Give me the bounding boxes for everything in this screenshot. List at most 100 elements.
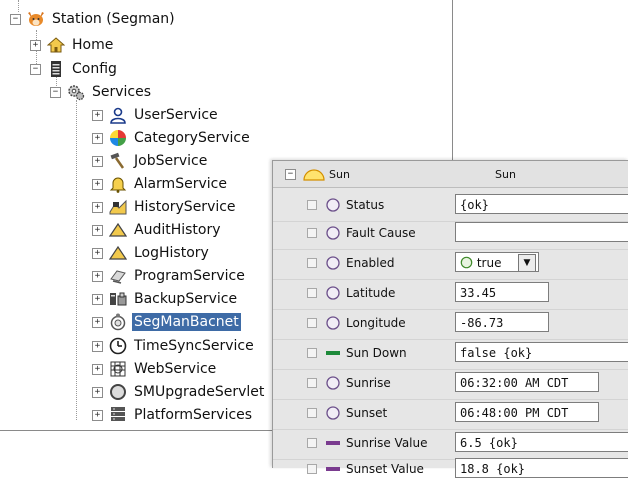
circle-icon	[326, 198, 340, 212]
user-icon	[109, 106, 127, 124]
enabled-select[interactable]: true ▼	[455, 252, 539, 272]
expand-toggle[interactable]: +	[92, 224, 103, 236]
sheet-value-column: Sun	[495, 168, 516, 181]
enabled-select-value: true	[476, 256, 502, 270]
expand-toggle[interactable]: +	[92, 270, 103, 282]
row-checkbox[interactable]	[307, 438, 317, 448]
home-label[interactable]: Home	[70, 36, 115, 54]
property-row-sunrise: Sunrise 06:32:00 AM CDT	[273, 367, 628, 400]
expand-toggle[interactable]: +	[92, 386, 103, 398]
services-label[interactable]: Services	[90, 83, 153, 101]
tree-node-services[interactable]: − Services	[50, 81, 153, 103]
property-value-field[interactable]: -86.73	[455, 312, 549, 332]
collapse-toggle[interactable]: −	[50, 86, 61, 98]
row-checkbox[interactable]	[307, 464, 317, 474]
property-value-field[interactable]: 06:32:00 AM CDT	[455, 372, 599, 392]
tree-node-sm-upgrade-servlet[interactable]: + SMUpgradeServlet	[92, 381, 266, 403]
property-value-field[interactable]: 6.5 {ok}	[455, 432, 628, 452]
service-label[interactable]: ProgramService	[132, 267, 247, 285]
service-label[interactable]: LogHistory	[132, 244, 211, 262]
service-label[interactable]: TimeSyncService	[132, 337, 256, 355]
property-sheet-header: − Sun Sun	[273, 161, 628, 188]
collapse-toggle[interactable]: −	[10, 13, 21, 25]
expand-toggle[interactable]: +	[92, 340, 103, 352]
collapse-toggle[interactable]: −	[30, 63, 41, 75]
tree-node-audit-history[interactable]: + AuditHistory	[92, 219, 223, 241]
tree-node-web-service[interactable]: + WebService	[92, 358, 218, 380]
expand-toggle[interactable]: +	[92, 363, 103, 375]
expand-toggle[interactable]: +	[92, 132, 103, 144]
tree-node-log-history[interactable]: + LogHistory	[92, 242, 211, 264]
purple-bar-icon	[326, 441, 340, 445]
service-label[interactable]: CategoryService	[132, 129, 252, 147]
property-label: Sun Down	[346, 346, 407, 360]
tree-node-backup-service[interactable]: + BackupService	[92, 288, 239, 310]
platform-icon	[109, 406, 127, 424]
property-label: Fault Cause	[346, 226, 416, 240]
row-checkbox[interactable]	[307, 288, 317, 298]
property-value-field[interactable]: 18.8 {ok}	[455, 458, 628, 478]
circle-icon	[326, 256, 340, 270]
service-label[interactable]: AlarmService	[132, 175, 229, 193]
expand-toggle[interactable]: +	[92, 109, 103, 121]
web-icon	[109, 360, 127, 378]
tree-node-job-service[interactable]: + JobService	[92, 150, 209, 172]
tree-node-program-service[interactable]: + ProgramService	[92, 265, 247, 287]
row-checkbox[interactable]	[307, 318, 317, 328]
log-history-icon	[109, 244, 127, 262]
tree-node-alarm-service[interactable]: + AlarmService	[92, 173, 229, 195]
property-value-field[interactable]: 33.45	[455, 282, 549, 302]
tree-node-category-service[interactable]: + CategoryService	[92, 127, 252, 149]
service-label[interactable]: AuditHistory	[132, 221, 223, 239]
circle-icon	[326, 286, 340, 300]
tree-node-home[interactable]: + Home	[30, 34, 115, 56]
tree-node-config[interactable]: − Config	[30, 58, 119, 80]
station-label[interactable]: Station (Segman)	[50, 10, 177, 28]
row-checkbox[interactable]	[307, 228, 317, 238]
service-label[interactable]: WebService	[132, 360, 218, 378]
service-label[interactable]: SegManBacnet	[132, 313, 241, 331]
row-checkbox[interactable]	[307, 258, 317, 268]
expand-toggle[interactable]: +	[92, 178, 103, 190]
property-label: Longitude	[346, 316, 406, 330]
expand-toggle[interactable]: +	[30, 39, 41, 51]
tree-node-history-service[interactable]: + HistoryService	[92, 196, 238, 218]
program-icon	[109, 267, 127, 285]
row-checkbox[interactable]	[307, 378, 317, 388]
property-value-field[interactable]: {ok}	[455, 194, 628, 214]
expand-toggle[interactable]: +	[92, 409, 103, 421]
tree-node-station[interactable]: − Station (Segman)	[10, 8, 177, 30]
property-label: Enabled	[346, 256, 395, 270]
tree-node-segman-bacnet[interactable]: + SegManBacnet	[92, 311, 241, 333]
servlet-icon	[109, 383, 127, 401]
tree-node-platform-services[interactable]: + PlatformServices	[92, 404, 254, 426]
service-label[interactable]: JobService	[132, 152, 209, 170]
expand-toggle[interactable]: +	[92, 201, 103, 213]
service-label[interactable]: UserService	[132, 106, 220, 124]
service-label[interactable]: SMUpgradeServlet	[132, 383, 266, 401]
expand-toggle[interactable]: +	[92, 316, 103, 328]
expand-toggle[interactable]: +	[92, 247, 103, 259]
expand-toggle[interactable]: +	[92, 293, 103, 305]
property-value-field[interactable]	[455, 222, 628, 242]
property-value-field[interactable]: 06:48:00 PM CDT	[455, 402, 599, 422]
service-label[interactable]: PlatformServices	[132, 406, 254, 424]
config-label[interactable]: Config	[70, 60, 119, 78]
property-label: Sunset	[346, 406, 388, 420]
row-checkbox[interactable]	[307, 200, 317, 210]
tree-node-user-service[interactable]: + UserService	[92, 104, 220, 126]
property-label: Status	[346, 198, 385, 212]
row-checkbox[interactable]	[307, 348, 317, 358]
chevron-down-icon[interactable]: ▼	[518, 254, 536, 271]
tree-node-time-sync-service[interactable]: + TimeSyncService	[92, 335, 256, 357]
config-icon	[47, 60, 65, 78]
property-row-sun-down: Sun Down false {ok}	[273, 337, 628, 370]
property-label: Sunrise Value	[346, 436, 428, 450]
row-checkbox[interactable]	[307, 408, 317, 418]
property-label: Sunrise	[346, 376, 391, 390]
collapse-toggle[interactable]: −	[285, 169, 296, 180]
property-value-field[interactable]: false {ok}	[455, 342, 628, 362]
service-label[interactable]: BackupService	[132, 290, 239, 308]
service-label[interactable]: HistoryService	[132, 198, 238, 216]
expand-toggle[interactable]: +	[92, 155, 103, 167]
